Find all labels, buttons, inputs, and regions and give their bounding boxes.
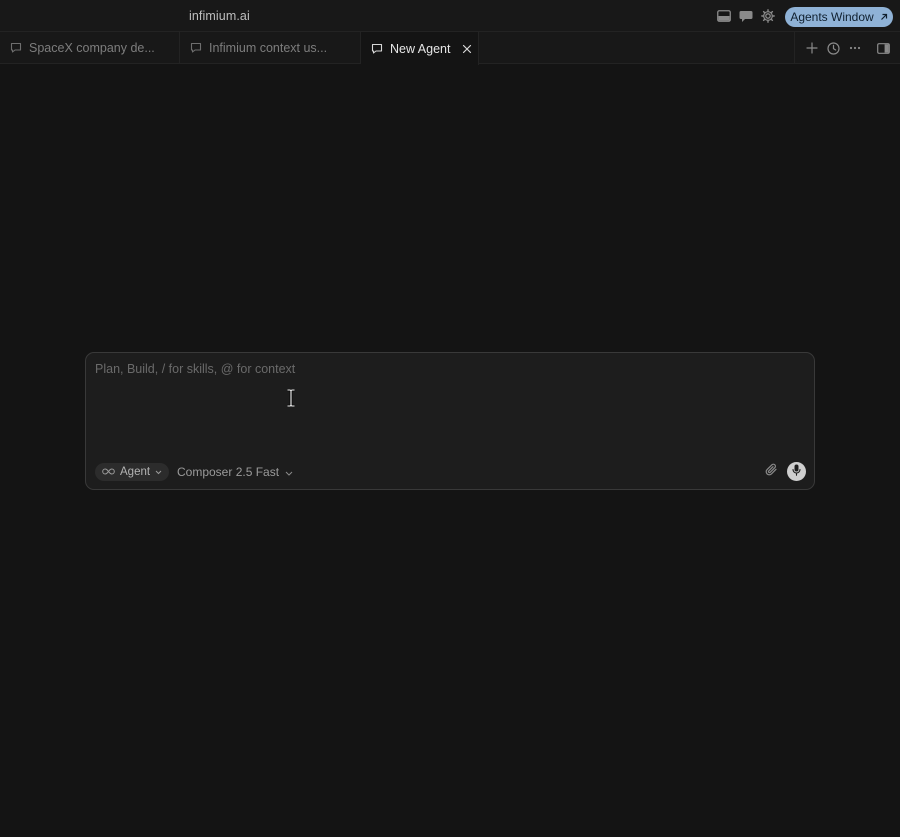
model-label: Composer 2.5 Fast xyxy=(177,465,280,479)
chat-bubble-outline-icon xyxy=(10,42,22,54)
close-icon[interactable] xyxy=(461,43,473,55)
plus-icon[interactable] xyxy=(805,41,819,55)
paperclip-icon xyxy=(765,463,778,482)
agent-mode-label: Agent xyxy=(120,466,151,478)
agents-window-label: Agents Window xyxy=(790,10,874,24)
agents-window-button[interactable]: Agents Window xyxy=(785,7,893,27)
chevron-down-icon xyxy=(155,466,162,478)
chevron-down-icon xyxy=(285,465,293,479)
microphone-icon xyxy=(792,463,801,481)
tab-label: SpaceX company de... xyxy=(29,41,155,55)
tab-label: New Agent xyxy=(390,41,451,56)
voice-input-button[interactable] xyxy=(787,462,806,481)
panel-bottom-icon[interactable] xyxy=(716,8,732,24)
window-title: infimium.ai xyxy=(189,9,250,23)
prompt-input[interactable] xyxy=(95,362,795,442)
arrow-up-right-icon xyxy=(880,10,888,24)
tab-bar: SpaceX company de... Infimium context us… xyxy=(0,32,900,65)
chat-bubble-outline-icon xyxy=(371,43,383,55)
chat-bubble-icon[interactable] xyxy=(738,8,754,24)
agent-mode-select[interactable]: Agent xyxy=(95,463,170,481)
clock-icon[interactable] xyxy=(826,41,840,55)
chat-bubble-outline-icon xyxy=(190,42,202,54)
infinity-icon xyxy=(102,466,115,478)
tab-label: Infimium context us... xyxy=(209,41,328,55)
tab-actions xyxy=(794,32,900,64)
attach-button[interactable] xyxy=(763,463,779,481)
title-bar: infimium.ai Agents Window xyxy=(0,0,900,32)
tab-infimium-context[interactable]: Infimium context us... xyxy=(180,32,361,64)
sidebar-right-icon[interactable] xyxy=(876,41,890,55)
composer: Agent Composer 2.5 Fast xyxy=(85,352,815,490)
tab-spacex-company[interactable]: SpaceX company de... xyxy=(0,32,180,64)
more-horizontal-icon[interactable] xyxy=(848,41,862,55)
model-select[interactable]: Composer 2.5 Fast xyxy=(177,463,293,481)
tab-new-agent[interactable]: New Agent xyxy=(361,32,479,65)
gear-icon[interactable] xyxy=(760,8,776,24)
